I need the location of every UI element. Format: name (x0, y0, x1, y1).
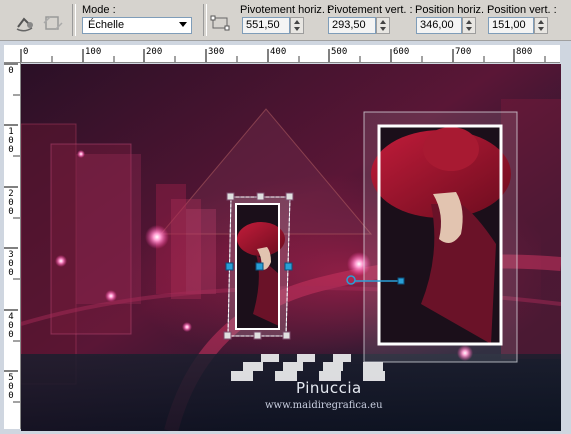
arrow-down-icon (380, 27, 386, 31)
position-horizontal-stepper[interactable] (462, 17, 476, 34)
position-vertical-label: Position vert. : (487, 4, 557, 16)
arrow-up-icon (466, 20, 472, 24)
ruler-tick-label: 0 (8, 66, 14, 76)
ruler-tick-label: 600 (393, 47, 410, 57)
position-horizontal-input[interactable]: 346,00 (416, 17, 462, 34)
pivot-vertical-label: Pivotement vert. : (327, 4, 413, 16)
mode-label: Mode : (82, 4, 116, 16)
toolbar-separator (203, 4, 207, 36)
ruler-tick-label: 400 (8, 312, 14, 340)
pivot-horizontal-stepper[interactable] (290, 17, 304, 34)
ruler-tick-label: 200 (146, 47, 163, 57)
column-shape (186, 209, 216, 294)
ruler-tick-label: 500 (331, 47, 348, 57)
mode-value: Échelle (88, 19, 125, 31)
watermark-url: www.maidiregrafica.eu (265, 400, 383, 411)
large-portrait-frame (363, 111, 518, 363)
ruler-tick-label: 800 (516, 47, 533, 57)
ruler-tick-label: 100 (85, 47, 102, 57)
arrow-down-icon (294, 27, 300, 31)
arrow-up-icon (380, 20, 386, 24)
image-workspace: 0 100 200 300 400 500 600 700 800 0 100 … (0, 41, 571, 434)
ruler-tick-label: 500 (8, 373, 14, 401)
arrow-down-icon (538, 27, 544, 31)
rotate-tool-icon[interactable] (14, 13, 36, 33)
transform-icon (210, 13, 232, 33)
arrow-up-icon (294, 20, 300, 24)
ruler-tick-label: 300 (8, 250, 14, 278)
arrow-down-icon (466, 27, 472, 31)
position-vertical-input[interactable]: 151,00 (488, 17, 534, 34)
ruler-tick-label: 300 (208, 47, 225, 57)
pivot-vertical-input[interactable]: 293,50 (328, 17, 376, 34)
watermark-name: Pinuccia (296, 379, 362, 397)
ruler-corner (4, 45, 21, 63)
pivot-vertical-stepper[interactable] (376, 17, 390, 34)
vertical-ruler: 0 100 200 300 400 500 (4, 63, 21, 429)
column-shape (76, 154, 141, 304)
tool-options-toolbar: Mode : Échelle Pivotement horiz. : 551,5… (0, 0, 571, 41)
ruler-tick-label: 400 (270, 47, 287, 57)
pivot-horizontal-input[interactable]: 551,50 (242, 17, 290, 34)
ruler-tick-label: 200 (8, 189, 14, 217)
mode-dropdown[interactable]: Échelle (82, 17, 192, 34)
position-vertical-stepper[interactable] (534, 17, 548, 34)
arrow-up-icon (538, 20, 544, 24)
pivot-horizontal-label: Pivotement horiz. : (240, 4, 332, 16)
toolbar-separator (72, 4, 76, 36)
reset-icon[interactable] (42, 13, 64, 33)
position-horizontal-label: Position horiz. : (415, 4, 491, 16)
chevron-down-icon (179, 22, 187, 27)
horizontal-ruler: 0 100 200 300 400 500 600 700 800 (20, 45, 560, 63)
ruler-tick-label: 100 (8, 127, 14, 155)
ruler-tick-label: 0 (23, 47, 29, 57)
ruler-tick-label: 700 (455, 47, 472, 57)
image-canvas[interactable]: Pinuccia www.maidiregrafica.eu (21, 64, 561, 431)
